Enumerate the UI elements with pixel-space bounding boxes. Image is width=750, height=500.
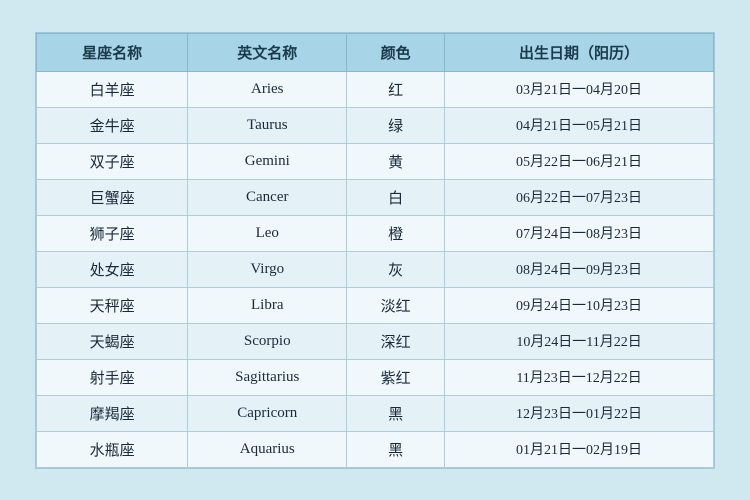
cell-chinese-name: 狮子座 <box>37 215 188 251</box>
cell-chinese-name: 双子座 <box>37 143 188 179</box>
table-row: 天秤座Libra淡红09月24日一10月23日 <box>37 287 714 323</box>
header-chinese-name: 星座名称 <box>37 33 188 71</box>
table-row: 射手座Sagittarius紫红11月23日一12月22日 <box>37 359 714 395</box>
cell-date-range: 04月21日一05月21日 <box>445 107 714 143</box>
table-row: 水瓶座Aquarius黑01月21日一02月19日 <box>37 431 714 467</box>
zodiac-table-container: 星座名称 英文名称 颜色 出生日期（阳历） 白羊座Aries红03月21日一04… <box>35 32 715 469</box>
cell-chinese-name: 天蝎座 <box>37 323 188 359</box>
cell-color: 淡红 <box>347 287 445 323</box>
cell-chinese-name: 巨蟹座 <box>37 179 188 215</box>
cell-color: 橙 <box>347 215 445 251</box>
cell-chinese-name: 摩羯座 <box>37 395 188 431</box>
cell-date-range: 06月22日一07月23日 <box>445 179 714 215</box>
header-date-range: 出生日期（阳历） <box>445 33 714 71</box>
cell-chinese-name: 金牛座 <box>37 107 188 143</box>
cell-english-name: Capricorn <box>188 395 347 431</box>
table-row: 摩羯座Capricorn黑12月23日一01月22日 <box>37 395 714 431</box>
cell-color: 黑 <box>347 431 445 467</box>
table-row: 双子座Gemini黄05月22日一06月21日 <box>37 143 714 179</box>
cell-english-name: Libra <box>188 287 347 323</box>
cell-color: 白 <box>347 179 445 215</box>
cell-color: 深红 <box>347 323 445 359</box>
cell-chinese-name: 射手座 <box>37 359 188 395</box>
cell-chinese-name: 白羊座 <box>37 71 188 107</box>
cell-color: 灰 <box>347 251 445 287</box>
cell-date-range: 09月24日一10月23日 <box>445 287 714 323</box>
header-color: 颜色 <box>347 33 445 71</box>
cell-english-name: Sagittarius <box>188 359 347 395</box>
table-row: 白羊座Aries红03月21日一04月20日 <box>37 71 714 107</box>
cell-date-range: 01月21日一02月19日 <box>445 431 714 467</box>
table-row: 天蝎座Scorpio深红10月24日一11月22日 <box>37 323 714 359</box>
cell-date-range: 12月23日一01月22日 <box>445 395 714 431</box>
cell-date-range: 03月21日一04月20日 <box>445 71 714 107</box>
cell-chinese-name: 处女座 <box>37 251 188 287</box>
table-body: 白羊座Aries红03月21日一04月20日金牛座Taurus绿04月21日一0… <box>37 71 714 467</box>
cell-date-range: 05月22日一06月21日 <box>445 143 714 179</box>
cell-english-name: Cancer <box>188 179 347 215</box>
cell-color: 红 <box>347 71 445 107</box>
cell-english-name: Taurus <box>188 107 347 143</box>
cell-english-name: Scorpio <box>188 323 347 359</box>
cell-english-name: Aries <box>188 71 347 107</box>
cell-english-name: Gemini <box>188 143 347 179</box>
table-row: 狮子座Leo橙07月24日一08月23日 <box>37 215 714 251</box>
cell-chinese-name: 水瓶座 <box>37 431 188 467</box>
cell-color: 黑 <box>347 395 445 431</box>
cell-english-name: Leo <box>188 215 347 251</box>
cell-color: 黄 <box>347 143 445 179</box>
cell-date-range: 10月24日一11月22日 <box>445 323 714 359</box>
cell-english-name: Aquarius <box>188 431 347 467</box>
cell-color: 绿 <box>347 107 445 143</box>
cell-chinese-name: 天秤座 <box>37 287 188 323</box>
table-header-row: 星座名称 英文名称 颜色 出生日期（阳历） <box>37 33 714 71</box>
cell-english-name: Virgo <box>188 251 347 287</box>
table-row: 金牛座Taurus绿04月21日一05月21日 <box>37 107 714 143</box>
cell-color: 紫红 <box>347 359 445 395</box>
cell-date-range: 08月24日一09月23日 <box>445 251 714 287</box>
zodiac-table: 星座名称 英文名称 颜色 出生日期（阳历） 白羊座Aries红03月21日一04… <box>36 33 714 468</box>
header-english-name: 英文名称 <box>188 33 347 71</box>
table-row: 处女座Virgo灰08月24日一09月23日 <box>37 251 714 287</box>
cell-date-range: 11月23日一12月22日 <box>445 359 714 395</box>
table-row: 巨蟹座Cancer白06月22日一07月23日 <box>37 179 714 215</box>
cell-date-range: 07月24日一08月23日 <box>445 215 714 251</box>
